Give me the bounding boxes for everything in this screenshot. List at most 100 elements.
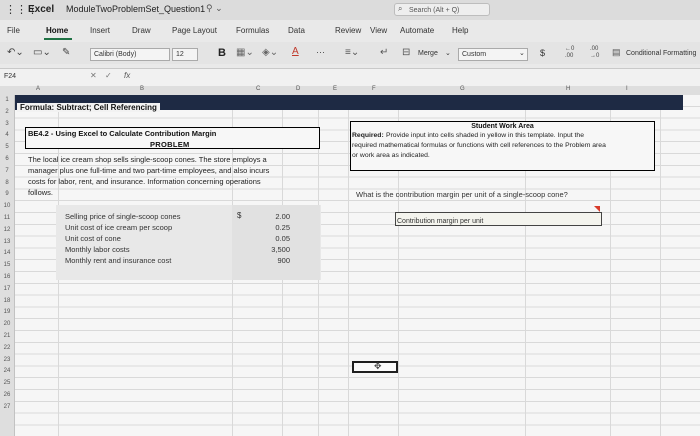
column-header-h[interactable]: H [566, 86, 570, 92]
problem-title: BE4.2 - Using Excel to Calculate Contrib… [28, 129, 217, 138]
tab-insert[interactable]: Insert [90, 26, 110, 35]
row-number[interactable]: 13 [1, 239, 13, 245]
cell-cursor-icon: ✥ [374, 361, 382, 371]
borders-icon[interactable]: ▦⌄ [236, 47, 254, 58]
row-number[interactable]: 12 [1, 227, 13, 233]
function-icon[interactable]: fx [124, 71, 130, 80]
doc-status-icon[interactable]: ⚲ ⌄ [206, 3, 223, 14]
row-number[interactable]: 1 [1, 97, 13, 103]
row-number[interactable]: 19 [1, 309, 13, 315]
row-number[interactable]: 6 [1, 156, 13, 162]
row-number[interactable]: 7 [1, 168, 13, 174]
instructions-line: or work area as indicated. [352, 152, 430, 159]
tab-draw[interactable]: Draw [132, 26, 151, 35]
merge-icon[interactable]: ⊟ [402, 47, 410, 58]
row-number[interactable]: 10 [1, 203, 13, 209]
row-number[interactable]: 18 [1, 298, 13, 304]
problem-paragraph-line: costs for labor, rent, and insurance. In… [28, 177, 261, 186]
row-number[interactable]: 27 [1, 404, 13, 410]
row-number[interactable]: 23 [1, 357, 13, 363]
column-header-g[interactable]: G [460, 86, 465, 92]
input-value[interactable]: 0.05 [260, 234, 290, 243]
bold-button[interactable]: B [218, 47, 226, 59]
column-header-b[interactable]: B [140, 86, 144, 92]
font-name-select[interactable]: Calibri (Body) [90, 48, 170, 61]
input-value[interactable]: 3,500 [260, 245, 290, 254]
merge-label[interactable]: Merge [418, 50, 438, 57]
row-number[interactable]: 2 [1, 109, 13, 115]
conditional-formatting-button[interactable]: Conditional Formatting [626, 50, 696, 57]
enter-icon[interactable]: ✓ [105, 71, 112, 80]
row-number[interactable]: 21 [1, 333, 13, 339]
comment-indicator-icon[interactable] [594, 206, 600, 212]
problem-subtitle: PROBLEM [150, 140, 190, 149]
row-number[interactable]: 11 [1, 215, 13, 221]
tab-help[interactable]: Help [452, 26, 468, 35]
input-label[interactable]: Monthly labor costs [65, 245, 130, 254]
row-number[interactable]: 20 [1, 321, 13, 327]
number-format-dropdown-icon: ⌄ [519, 50, 525, 57]
active-tab-indicator [44, 38, 72, 40]
row-number[interactable]: 15 [1, 262, 13, 268]
number-format-select[interactable]: Custom [458, 48, 528, 61]
input-value[interactable]: 2.00 [260, 212, 290, 221]
row-number[interactable]: 24 [1, 368, 13, 374]
input-label[interactable]: Unit cost of cone [65, 234, 121, 243]
tab-file[interactable]: File [7, 26, 20, 35]
clipboard-icon[interactable]: ▭⌄ [33, 47, 51, 58]
wrap-text-icon[interactable]: ↵ [380, 47, 388, 58]
row-number[interactable]: 9 [1, 191, 13, 197]
align-icon[interactable]: ≡⌄ [345, 47, 359, 58]
column-header-f[interactable]: F [372, 86, 376, 92]
row-number[interactable]: 17 [1, 286, 13, 292]
question-text: What is the contribution margin per unit… [356, 190, 568, 199]
row-number[interactable]: 4 [1, 132, 13, 138]
problem-paragraph-line: manager plus one full-time and two part-… [28, 166, 270, 175]
undo-icon[interactable]: ↶⌄ [7, 47, 24, 58]
row-number[interactable]: 26 [1, 392, 13, 398]
row-number[interactable]: 5 [1, 144, 13, 150]
tab-automate[interactable]: Automate [400, 26, 434, 35]
search-input[interactable]: Search (Alt + Q) [394, 3, 490, 16]
answer-label: Contribution margin per unit [397, 218, 484, 225]
tab-review[interactable]: Review [335, 26, 361, 35]
input-label[interactable]: Unit cost of ice cream per scoop [65, 223, 172, 232]
more-options-button[interactable]: ··· [316, 47, 325, 57]
gridline [348, 95, 349, 436]
column-header-d[interactable]: D [296, 86, 300, 92]
gridline [660, 95, 661, 436]
input-value[interactable]: 0.25 [260, 223, 290, 232]
column-header-e[interactable]: E [333, 86, 337, 92]
tab-formulas[interactable]: Formulas [236, 26, 269, 35]
input-value[interactable]: 900 [260, 256, 290, 265]
document-title[interactable]: ModuleTwoProblemSet_Question1 [66, 4, 205, 14]
row-number[interactable]: 16 [1, 274, 13, 280]
currency-button[interactable]: $ [540, 48, 545, 58]
row-number[interactable]: 22 [1, 345, 13, 351]
input-label[interactable]: Monthly rent and insurance cost [65, 256, 171, 265]
name-box[interactable]: F24 [2, 70, 42, 83]
tab-home[interactable]: Home [46, 26, 68, 35]
tab-page-layout[interactable]: Page Layout [172, 26, 217, 35]
column-header-c[interactable]: C [256, 86, 260, 92]
column-header-a[interactable]: A [36, 86, 40, 92]
conditional-formatting-icon[interactable]: ▤ [612, 47, 621, 58]
instructions-line: Provide input into cells shaded in yello… [386, 132, 584, 139]
cancel-icon[interactable]: ✕ [90, 71, 97, 80]
font-color-icon[interactable]: A [292, 46, 299, 57]
column-header-i[interactable]: I [626, 86, 628, 92]
font-size-select[interactable]: 12 [172, 48, 198, 61]
formula-input[interactable] [140, 70, 695, 83]
merge-dropdown-icon[interactable]: ⌄ [445, 49, 451, 57]
row-number[interactable]: 14 [1, 250, 13, 256]
row-number[interactable]: 3 [1, 121, 13, 127]
decrease-decimal-icon[interactable]: .00 →0 [590, 46, 599, 60]
fill-color-icon[interactable]: ◈⌄ [262, 47, 278, 58]
format-painter-icon[interactable]: ✎ [62, 47, 70, 58]
tab-view[interactable]: View [370, 26, 387, 35]
increase-decimal-icon[interactable]: ←0.00 [565, 46, 574, 60]
row-number[interactable]: 25 [1, 380, 13, 386]
tab-data[interactable]: Data [288, 26, 305, 35]
input-label[interactable]: Selling price of single-scoop cones [65, 212, 180, 221]
row-number[interactable]: 8 [1, 180, 13, 186]
